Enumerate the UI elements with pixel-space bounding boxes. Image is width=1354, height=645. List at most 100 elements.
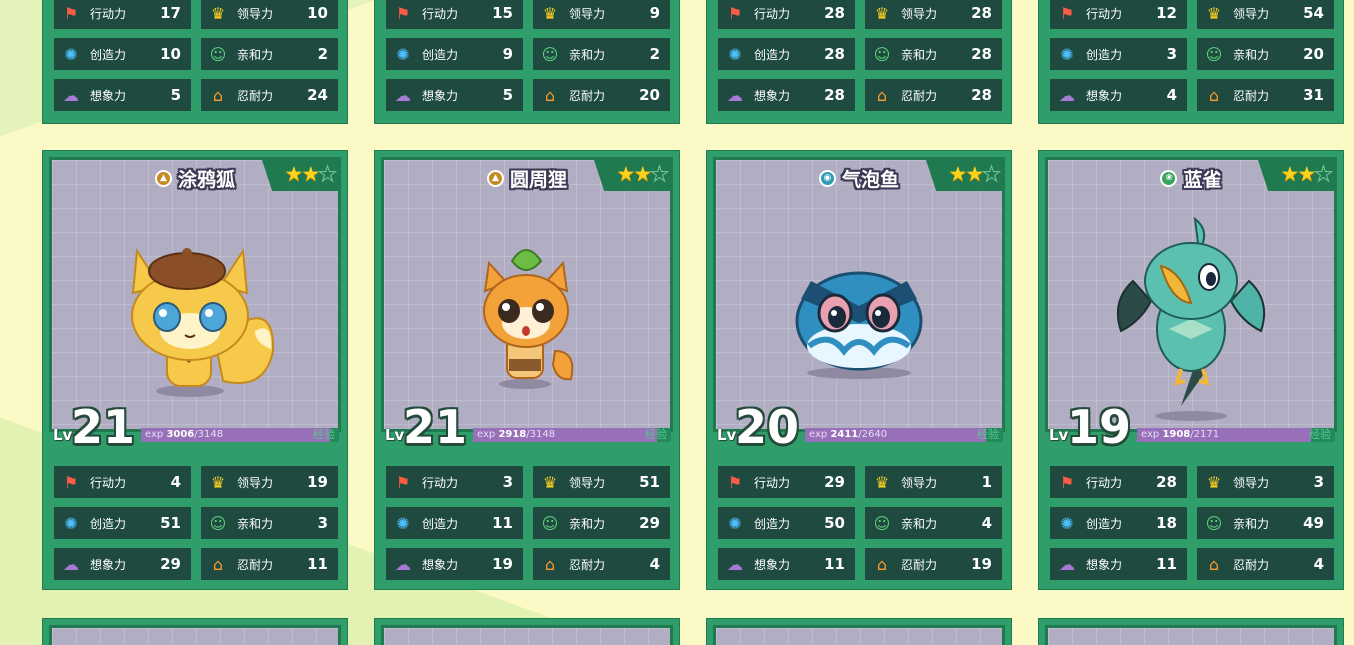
raccoon-creature-illustration — [483, 249, 574, 390]
pet-portrait — [49, 625, 341, 645]
stat-action: ⚑ 行动力 4 — [54, 466, 191, 498]
flag-icon: ⚑ — [395, 3, 411, 23]
pet-card-bottom-4[interactable] — [1038, 618, 1344, 645]
stat-endurance: ⌂ 忍耐力 19 — [865, 548, 1002, 580]
pet-portrait — [713, 625, 1005, 645]
stat-leadership: ♛ 领导力 9 — [533, 0, 670, 29]
pet-card-top-4[interactable]: ⚑ 行动力 12 ♛ 领导力 54 ✺ 创造力 3 ☺ 亲和力 20 ☁ 想象力 4 ⌂ 忍耐力 31 — [1038, 0, 1344, 124]
level-row: Lv 20 exp 2411/2640 经验 — [713, 404, 1005, 450]
stat-leadership: ♛ 领导力 3 — [1197, 466, 1334, 498]
stat-creativity: ✺ 创造力 10 — [54, 38, 191, 70]
stat-affinity: ☺ 亲和力 3 — [201, 507, 338, 539]
pet-card-top-1[interactable]: ⚑ 行动力 17 ♛ 领导力 10 ✺ 创造力 10 ☺ 亲和力 2 ☁ 想象力 5 ⌂ 忍耐力 24 — [42, 0, 348, 124]
stat-imagination: ☁ 想象力 11 — [1050, 548, 1187, 580]
stat-endurance: ⌂ 忍耐力 24 — [201, 79, 338, 111]
level-row: Lv 21 exp 2918/3148 经验 — [381, 404, 673, 450]
stats-grid: ⚑ 行动力 28 ♛ 领导力 28 ✺ 创造力 28 ☺ 亲和力 28 ☁ 想象力 28 ⌂ 忍耐力 2… — [718, 0, 1002, 111]
star-empty-icon: ★ — [1314, 162, 1334, 187]
stat-action: ⚑ 行动力 15 — [386, 0, 523, 29]
star-empty-icon: ★ — [982, 162, 1002, 187]
house-icon: ⌂ — [544, 85, 556, 105]
star-rating: ★ ★ ★ — [261, 160, 338, 191]
stats-grid: ⚑ 行动力 12 ♛ 领导力 54 ✺ 创造力 3 ☺ 亲和力 20 ☁ 想象力 4 ⌂ 忍耐力 31 — [1050, 0, 1334, 111]
lightbulb-icon: ✺ — [1060, 44, 1074, 64]
stat-leadership: ♛ 领导力 28 — [865, 0, 1002, 29]
lightbulb-icon: ✺ — [64, 44, 78, 64]
lightbulb-icon: ✺ — [728, 513, 742, 533]
star-filled-icon: ★ — [948, 162, 968, 186]
crown-icon: ♛ — [542, 3, 558, 23]
stat-creativity: ✺ 创造力 9 — [386, 38, 523, 70]
stat-endurance: ⌂ 忍耐力 4 — [1197, 548, 1334, 580]
star-filled-icon: ★ — [1297, 162, 1316, 186]
stat-action: ⚑ 行动力 28 — [1050, 466, 1187, 498]
lightbulb-icon: ✺ — [64, 513, 78, 533]
stat-creativity: ✺ 创造力 28 — [718, 38, 855, 70]
flag-icon: ⚑ — [395, 472, 411, 492]
stat-endurance: ⌂ 忍耐力 20 — [533, 79, 670, 111]
exp-bar: exp 1908/2171 经验 — [1137, 428, 1335, 442]
pet-card[interactable]: ❀ 蓝雀 ★ ★ ★ Lv 19 exp 1908/2171 经验 ⚑ 行动力 … — [1038, 150, 1344, 590]
flag-icon: ⚑ — [1059, 3, 1075, 23]
lightbulb-icon: ✺ — [396, 44, 410, 64]
smile-icon: ☺ — [1205, 513, 1223, 533]
stat-leadership: ♛ 领导力 54 — [1197, 0, 1334, 29]
lightbulb-icon: ✺ — [396, 513, 410, 533]
pet-name: 涂鸦狐 — [177, 168, 235, 191]
stats-grid: ⚑ 行动力 28 ♛ 领导力 3 ✺ 创造力 18 ☺ 亲和力 49 ☁ 想象力 11 ⌂ 忍耐力 4 — [1050, 466, 1334, 580]
pet-portrait: ◉ 气泡鱼 ★ ★ ★ — [713, 157, 1005, 432]
pet-card[interactable]: ▲ 涂鸦狐 ★ ★ ★ Lv 21 exp 3006/3148 经验 ⚑ 行动力… — [42, 150, 348, 590]
stats-grid: ⚑ 行动力 29 ♛ 领导力 1 ✺ 创造力 50 ☺ 亲和力 4 ☁ 想象力 11 ⌂ 忍耐力 19 — [718, 466, 1002, 580]
pet-card-top-3[interactable]: ⚑ 行动力 28 ♛ 领导力 28 ✺ 创造力 28 ☺ 亲和力 28 ☁ 想象力 28 ⌂ 忍耐力 2… — [706, 0, 1012, 124]
cloud-icon: ☁ — [727, 554, 743, 574]
cloud-icon: ☁ — [395, 554, 411, 574]
level-row: Lv 21 exp 3006/3148 经验 — [49, 404, 341, 450]
flag-icon: ⚑ — [1059, 472, 1075, 492]
smile-icon: ☺ — [873, 513, 891, 533]
flag-icon: ⚑ — [63, 472, 79, 492]
stat-affinity: ☺ 亲和力 49 — [1197, 507, 1334, 539]
exp-bar: exp 2411/2640 经验 — [805, 428, 1003, 442]
lightbulb-icon: ✺ — [1060, 513, 1074, 533]
star-empty-icon: ★ — [318, 162, 338, 187]
star-filled-icon: ★ — [284, 162, 304, 186]
ground-type-icon: ▲ — [154, 169, 172, 187]
cloud-icon: ☁ — [1059, 85, 1075, 105]
stat-action: ⚑ 行动力 17 — [54, 0, 191, 29]
pet-card[interactable]: ◉ 气泡鱼 ★ ★ ★ Lv 20 exp 2411/2640 经验 ⚑ 行动力… — [706, 150, 1012, 590]
pet-card-bottom-1[interactable] — [42, 618, 348, 645]
stat-action: ⚑ 行动力 12 — [1050, 0, 1187, 29]
crown-icon: ♛ — [210, 3, 226, 23]
star-rating: ★ ★ ★ — [925, 160, 1002, 191]
pet-portrait — [381, 625, 673, 645]
stat-action: ⚑ 行动力 3 — [386, 466, 523, 498]
smile-icon: ☺ — [209, 44, 227, 64]
stat-leadership: ♛ 领导力 10 — [201, 0, 338, 29]
cloud-icon: ☁ — [727, 85, 743, 105]
stat-imagination: ☁ 想象力 28 — [718, 79, 855, 111]
level-number: 21 — [71, 400, 136, 454]
house-icon: ⌂ — [1208, 85, 1220, 105]
cloud-icon: ☁ — [395, 85, 411, 105]
stat-action: ⚑ 行动力 29 — [718, 466, 855, 498]
stat-endurance: ⌂ 忍耐力 4 — [533, 548, 670, 580]
stats-grid: ⚑ 行动力 17 ♛ 领导力 10 ✺ 创造力 10 ☺ 亲和力 2 ☁ 想象力 5 ⌂ 忍耐力 24 — [54, 0, 338, 111]
house-icon: ⌂ — [544, 554, 556, 574]
grass-type-icon: ❀ — [1160, 169, 1178, 187]
level-number: 19 — [1067, 400, 1132, 454]
stat-endurance: ⌂ 忍耐力 31 — [1197, 79, 1334, 111]
crown-icon: ♛ — [874, 472, 890, 492]
star-filled-icon: ★ — [633, 162, 652, 186]
stat-imagination: ☁ 想象力 4 — [1050, 79, 1187, 111]
smile-icon: ☺ — [541, 44, 559, 64]
stat-imagination: ☁ 想象力 5 — [54, 79, 191, 111]
cloud-icon: ☁ — [1059, 554, 1075, 574]
pet-card-bottom-2[interactable] — [374, 618, 680, 645]
cloud-icon: ☁ — [63, 554, 79, 574]
pet-card-top-2[interactable]: ⚑ 行动力 15 ♛ 领导力 9 ✺ 创造力 9 ☺ 亲和力 2 ☁ 想象力 5 ⌂ 忍耐力 20 — [374, 0, 680, 124]
pet-card-bottom-3[interactable] — [706, 618, 1012, 645]
pet-name: 气泡鱼 — [841, 168, 899, 191]
flag-icon: ⚑ — [727, 472, 743, 492]
pet-card[interactable]: ▲ 圆周狸 ★ ★ ★ Lv 21 exp 2918/3148 经验 ⚑ 行动力… — [374, 150, 680, 590]
stat-imagination: ☁ 想象力 29 — [54, 548, 191, 580]
